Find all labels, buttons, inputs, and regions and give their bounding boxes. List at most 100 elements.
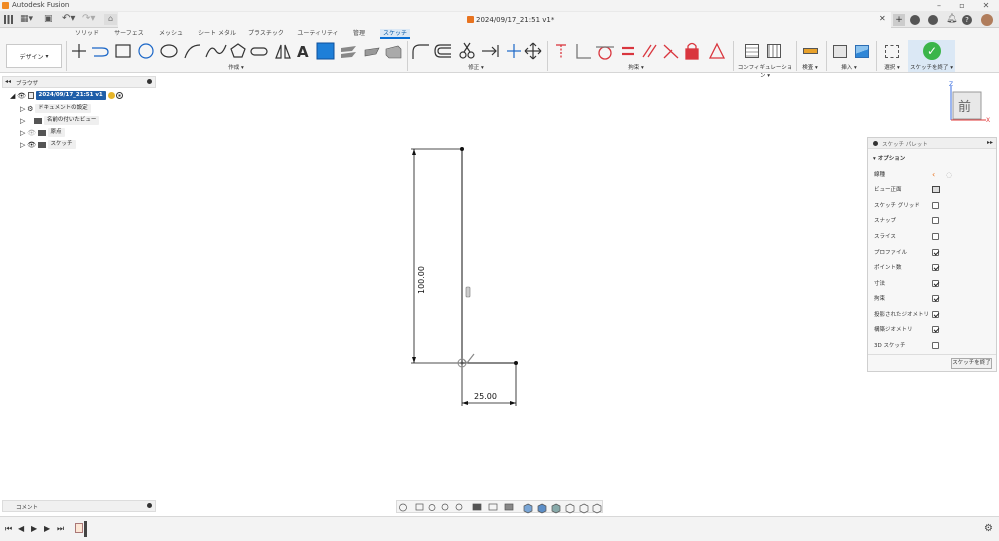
orbit-icon[interactable] bbox=[399, 503, 407, 512]
configure-table-icon[interactable] bbox=[742, 41, 762, 61]
select-menu[interactable]: 選択 ▾ bbox=[880, 63, 904, 71]
browser-item-origin[interactable]: ▷ 👁︎ 原点 bbox=[20, 127, 65, 138]
tab-plastic[interactable]: プラスチック bbox=[248, 29, 284, 39]
finish-sketch-button[interactable]: スケッチを終了 bbox=[951, 358, 992, 369]
inspect-menu[interactable]: 検査 ▾ bbox=[798, 63, 822, 71]
tab-sheet-metal[interactable]: シート メタル bbox=[198, 29, 236, 39]
undo-icon[interactable]: ↶▾ bbox=[62, 13, 75, 24]
ellipse-tool-icon[interactable] bbox=[160, 44, 178, 58]
step-back-icon[interactable]: ◀ bbox=[18, 524, 24, 533]
design-workspace-button[interactable]: デザイン ▾ bbox=[6, 44, 62, 68]
offset-plane-icon[interactable] bbox=[341, 46, 356, 58]
browser-panel-header[interactable]: ◂◂ ブラウザ bbox=[2, 76, 156, 88]
sketch-dimension-icon[interactable] bbox=[556, 44, 566, 58]
collapse-arrows-icon[interactable]: ◂◂ bbox=[5, 78, 11, 85]
coincident-constraint-icon[interactable] bbox=[463, 353, 475, 364]
maximize-button[interactable]: ▫ bbox=[951, 0, 973, 11]
trim-tool-icon[interactable] bbox=[459, 42, 475, 59]
constraints-menu[interactable]: 拘束 ▾ bbox=[620, 63, 652, 71]
tab-utilities[interactable]: ユーティリティ bbox=[296, 29, 340, 39]
spline-line-icon[interactable] bbox=[92, 47, 109, 57]
sketch-point-top[interactable] bbox=[460, 147, 464, 151]
project-icon[interactable] bbox=[364, 47, 380, 57]
browser-item-sketches[interactable]: ▷ 👁︎ スケッチ bbox=[20, 139, 76, 150]
move-tool-icon[interactable] bbox=[524, 42, 542, 60]
slot-tool-icon[interactable] bbox=[250, 47, 268, 56]
tab-sketch[interactable]: スケッチ bbox=[380, 29, 410, 39]
collapse-triangle-icon[interactable]: ▾ bbox=[873, 156, 876, 162]
expand-toggle-icon[interactable]: ▷ bbox=[20, 141, 25, 149]
construction-line-icon[interactable]: ‹ bbox=[932, 169, 935, 181]
spline-tool-icon[interactable] bbox=[205, 44, 227, 58]
step-forward-icon[interactable]: ▶ bbox=[44, 524, 50, 533]
browser-item-named-views[interactable]: ▷ 名前の付いたビュー bbox=[20, 115, 100, 126]
apps-grid-icon[interactable] bbox=[4, 15, 13, 24]
text-tool-icon[interactable]: A bbox=[297, 43, 309, 61]
expand-arrows-icon[interactable]: ▸▸ bbox=[987, 139, 993, 146]
mirror-tool-icon[interactable] bbox=[275, 44, 291, 59]
circle-tool-icon[interactable] bbox=[138, 43, 154, 59]
palette-pin-icon[interactable] bbox=[873, 141, 878, 146]
visibility-eye-icon[interactable]: 👁︎ bbox=[17, 92, 26, 100]
tab-solid[interactable]: ソリッド bbox=[73, 29, 101, 39]
snap-checkbox[interactable] bbox=[932, 217, 939, 224]
look-at-icon[interactable] bbox=[932, 186, 940, 193]
panel-pin-icon[interactable] bbox=[147, 79, 152, 84]
finish-sketch-menu[interactable]: スケッチを終了 ▾ bbox=[908, 63, 955, 71]
close-tab-icon[interactable]: ✕ bbox=[879, 14, 886, 23]
look-at-nav-icon[interactable] bbox=[415, 503, 424, 511]
visibility-eye-icon[interactable]: 👁︎ bbox=[27, 141, 36, 149]
notifications-icon[interactable]: 🔔︎ bbox=[946, 14, 957, 24]
dimensions-checkbox[interactable] bbox=[932, 280, 939, 287]
configure-menu[interactable]: コンフィギュレーション ▾ bbox=[737, 63, 793, 79]
projected-geometry-checkbox[interactable] bbox=[932, 311, 939, 318]
comments-panel-header[interactable]: コメント bbox=[2, 500, 156, 512]
go-to-start-icon[interactable]: ⏮ bbox=[5, 524, 12, 534]
insert-menu[interactable]: 挿入 ▾ bbox=[836, 63, 862, 71]
points-checkbox[interactable] bbox=[932, 264, 939, 271]
create-menu[interactable]: 作成 ▾ bbox=[220, 63, 252, 71]
pan-hand-icon[interactable] bbox=[428, 504, 436, 511]
viewcube[interactable]: Z X 前 bbox=[940, 80, 992, 124]
zoom-icon[interactable] bbox=[441, 503, 449, 511]
browser-root-row[interactable]: ◢ 👁︎ 2024/09/17_21:51 v1 bbox=[10, 90, 124, 101]
cube-view-icon-4[interactable] bbox=[565, 503, 575, 514]
sketch-point-right[interactable] bbox=[514, 361, 518, 365]
cube-view-icon-2[interactable] bbox=[537, 503, 547, 514]
perpendicular-icon[interactable] bbox=[576, 44, 591, 59]
construction-geometry-checkbox[interactable] bbox=[932, 326, 939, 333]
online-status-icon[interactable] bbox=[928, 15, 938, 25]
close-window-button[interactable]: ✕ bbox=[975, 0, 997, 11]
tab-mesh[interactable]: メッシュ bbox=[156, 29, 186, 39]
display-settings-icon[interactable] bbox=[472, 503, 482, 511]
help-icon[interactable]: ? bbox=[962, 15, 972, 25]
go-to-end-icon[interactable]: ⏭ bbox=[57, 524, 64, 534]
finish-sketch-check-icon[interactable]: ✓ bbox=[923, 42, 941, 60]
configure-rules-icon[interactable] bbox=[764, 41, 784, 61]
palette-section-options[interactable]: ▾ オプション bbox=[873, 154, 905, 162]
break-tool-icon[interactable] bbox=[507, 44, 521, 58]
user-avatar[interactable] bbox=[981, 14, 993, 26]
modify-menu[interactable]: 修正 ▾ bbox=[460, 63, 492, 71]
centerline-icon[interactable]: ◌ bbox=[946, 169, 952, 181]
home-icon[interactable]: ⌂ bbox=[104, 14, 117, 25]
insert-image-icon[interactable] bbox=[852, 41, 872, 61]
polygon-tool-icon[interactable] bbox=[230, 43, 246, 58]
fillet-tool-icon[interactable] bbox=[412, 44, 429, 59]
timeline-settings-gear-icon[interactable]: ⚙ bbox=[984, 523, 993, 534]
file-menu-icon[interactable]: ▦▾ bbox=[20, 14, 33, 24]
cube-view-icon-6[interactable] bbox=[592, 503, 602, 514]
job-status-icon[interactable] bbox=[910, 15, 920, 25]
parallel-icon[interactable] bbox=[642, 44, 657, 58]
browser-item-document-settings[interactable]: ▷ ⚙ ドキュメントの設定 bbox=[20, 103, 91, 114]
slice-checkbox[interactable] bbox=[932, 233, 939, 240]
timeline-marker[interactable] bbox=[84, 521, 87, 537]
expand-toggle-icon[interactable]: ▷ bbox=[20, 105, 25, 113]
collinear-icon[interactable] bbox=[663, 44, 679, 59]
minimize-button[interactable]: – bbox=[928, 0, 950, 11]
save-icon[interactable]: ▣ bbox=[44, 14, 53, 24]
panel-pin-icon[interactable] bbox=[147, 503, 152, 508]
play-icon[interactable]: ▶ bbox=[31, 524, 37, 533]
redo-icon[interactable]: ↷▾ bbox=[82, 13, 95, 24]
3d-sketch-checkbox[interactable] bbox=[932, 342, 939, 349]
